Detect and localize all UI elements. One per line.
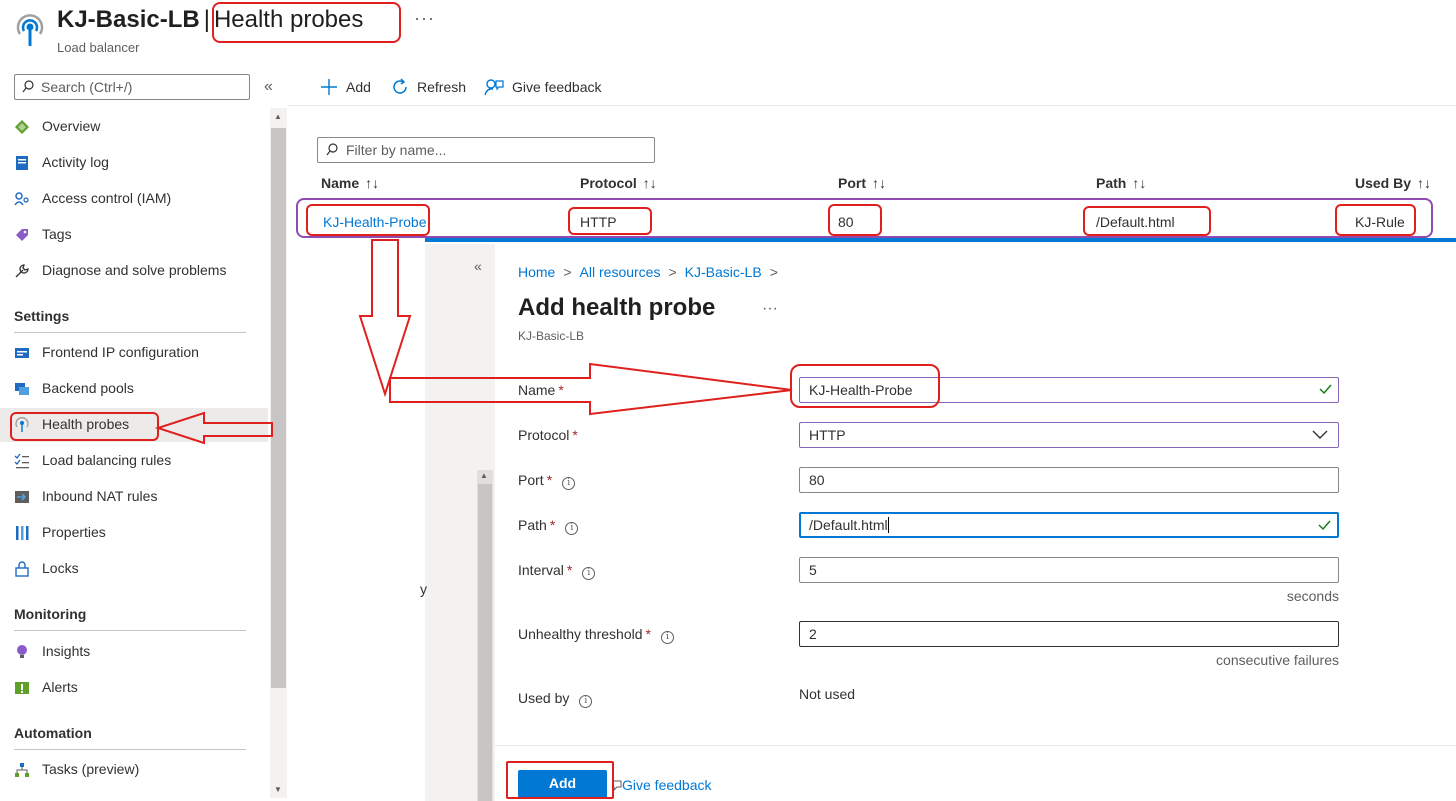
annotation-arrows	[154, 239, 793, 445]
arrow-left-to-nav	[154, 411, 273, 445]
arrow-down-from-row	[358, 239, 412, 398]
arrow-right-to-name	[389, 362, 793, 416]
